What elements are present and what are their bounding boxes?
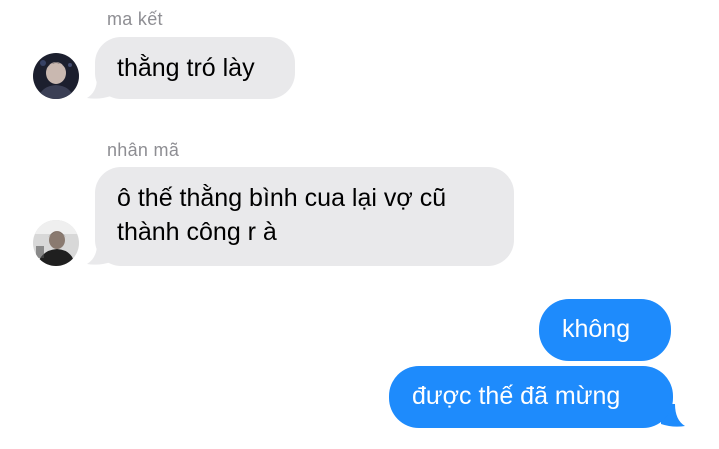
message-bubble-outgoing[interactable]: được thế đã mừng xyxy=(389,366,673,428)
sender-name-nhan-ma: nhân mã xyxy=(107,140,180,160)
avatar-ma-ket[interactable] xyxy=(33,53,79,99)
message-bubble-incoming[interactable]: ô thế thằng bình cua lại vợ cũ thành côn… xyxy=(95,167,514,266)
user-avatar-photo-icon xyxy=(33,53,79,99)
avatar-nhan-ma[interactable] xyxy=(33,220,79,266)
message-bubble-outgoing[interactable]: không xyxy=(539,299,671,361)
message-bubble-incoming[interactable]: thằng tró lày xyxy=(95,37,295,99)
message-text-line: thành công r à xyxy=(117,218,277,246)
sender-name-ma-ket: ma kết xyxy=(107,9,163,29)
user-avatar-photo-icon xyxy=(33,220,79,266)
message-text: thằng tró lày xyxy=(117,54,255,82)
message-text: không xyxy=(562,315,631,343)
message-text-line: ô thế thằng bình cua lại vợ cũ xyxy=(117,184,447,212)
message-text: được thế đã mừng xyxy=(412,382,621,410)
